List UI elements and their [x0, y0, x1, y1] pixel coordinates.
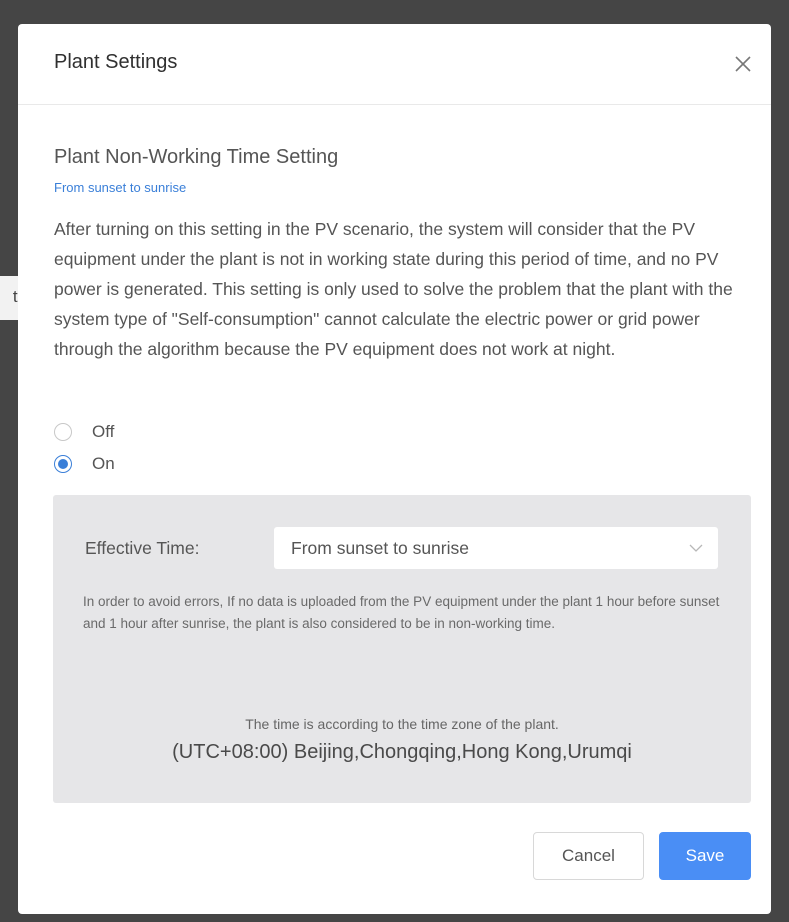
radio-off-option[interactable]: Off	[54, 422, 114, 442]
section-description: After turning on this setting in the PV …	[54, 219, 733, 359]
cancel-button[interactable]: Cancel	[533, 832, 644, 880]
radio-on-label: On	[92, 454, 115, 473]
dialog-header: Plant Settings	[18, 24, 771, 105]
effective-time-select[interactable]: From sunset to sunrise	[274, 527, 718, 569]
radio-off-label: Off	[92, 422, 115, 441]
close-icon[interactable]	[732, 53, 754, 75]
section-subtitle: From sunset to sunrise	[54, 180, 187, 195]
radio-off-button[interactable]	[54, 423, 72, 441]
chevron-down-icon	[688, 541, 704, 553]
radio-on-option[interactable]: On	[54, 454, 115, 474]
plant-settings-dialog: Plant Settings Plant Non-Working Time Se…	[18, 24, 771, 914]
radio-on-button[interactable]	[54, 455, 72, 473]
timezone-value: (UTC+08:00) Beijing,Chongqing,Hong Kong,…	[172, 741, 632, 763]
dialog-title: Plant Settings	[54, 51, 178, 73]
effective-time-panel: Effective Time: From sunset to sunrise I…	[53, 495, 751, 803]
section-title: Plant Non-Working Time Setting	[54, 146, 339, 168]
effective-time-label: Effective Time:	[85, 538, 200, 558]
effective-time-hint: In order to avoid errors, If no data is …	[83, 594, 720, 631]
effective-time-value: From sunset to sunrise	[291, 538, 469, 558]
save-button[interactable]: Save	[659, 832, 751, 880]
timezone-note: The time is according to the time zone o…	[245, 716, 559, 732]
